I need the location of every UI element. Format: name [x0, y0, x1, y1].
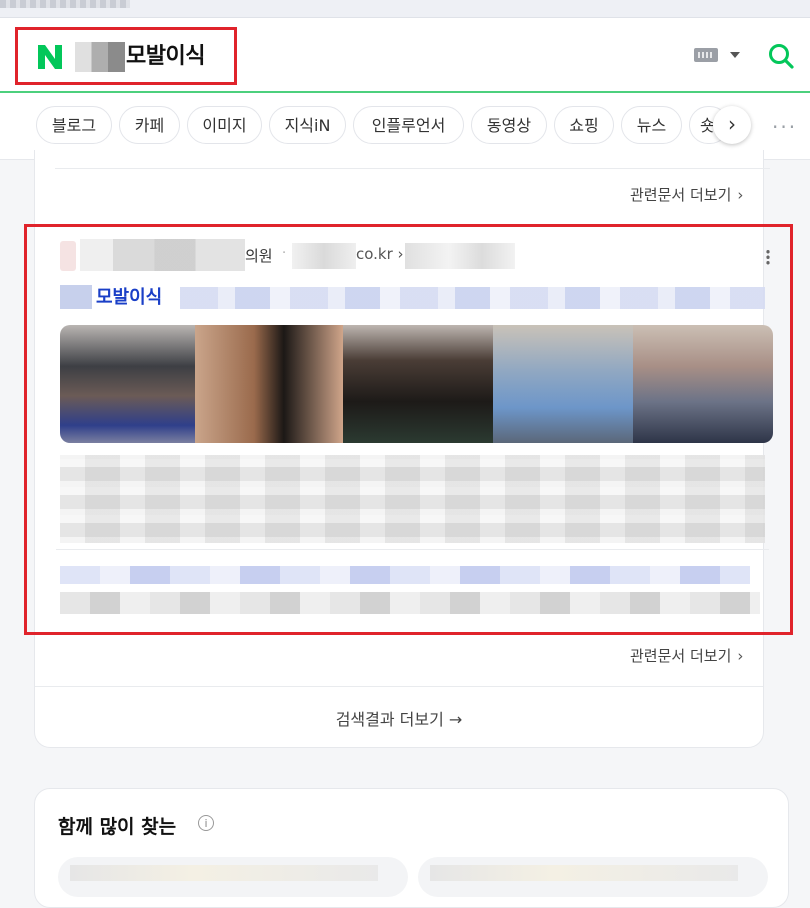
more-link-label: 관련문서 더보기 [630, 647, 732, 665]
blurred-related-term [430, 865, 738, 881]
related-search-item[interactable] [58, 857, 408, 897]
related-docs-more-link[interactable]: 관련문서 더보기 › [630, 184, 743, 205]
blurred-related-term [70, 865, 378, 881]
tab-news[interactable]: 뉴스 [621, 106, 682, 144]
tabs-next-arrow-icon[interactable]: › [713, 106, 751, 144]
chevron-down-icon[interactable] [730, 52, 740, 58]
browser-top-strip [0, 0, 810, 18]
search-icon[interactable] [767, 42, 795, 70]
tab-knowledge-in[interactable]: 지식iN [269, 106, 346, 144]
tab-shopping[interactable]: 쇼핑 [554, 106, 614, 144]
keyboard-icon[interactable] [694, 48, 718, 62]
tab-image[interactable]: 이미지 [187, 106, 262, 144]
highlight-box-query [15, 27, 237, 85]
tab-video[interactable]: 동영상 [471, 106, 547, 144]
more-link-label: 관련문서 더보기 [630, 186, 732, 204]
divider [35, 686, 763, 687]
tab-influencer[interactable]: 인플루언서 [353, 106, 464, 144]
more-tabs-icon[interactable]: ··· [772, 115, 797, 139]
divider [55, 168, 770, 169]
chevron-right-icon: › [737, 647, 744, 665]
related-search-item[interactable] [418, 857, 768, 897]
chevron-right-icon: › [737, 186, 744, 204]
related-docs-more-link[interactable]: 관련문서 더보기 › [630, 645, 743, 666]
info-icon[interactable]: i [198, 815, 214, 831]
tab-blog[interactable]: 블로그 [36, 106, 112, 144]
related-searches-heading: 함께 많이 찾는 [58, 816, 177, 838]
tab-cafe[interactable]: 카페 [119, 106, 180, 144]
blurred-text [0, 0, 130, 8]
see-all-results-link[interactable]: 검색결과 더보기 → [34, 706, 764, 730]
highlight-box-result [24, 224, 793, 635]
